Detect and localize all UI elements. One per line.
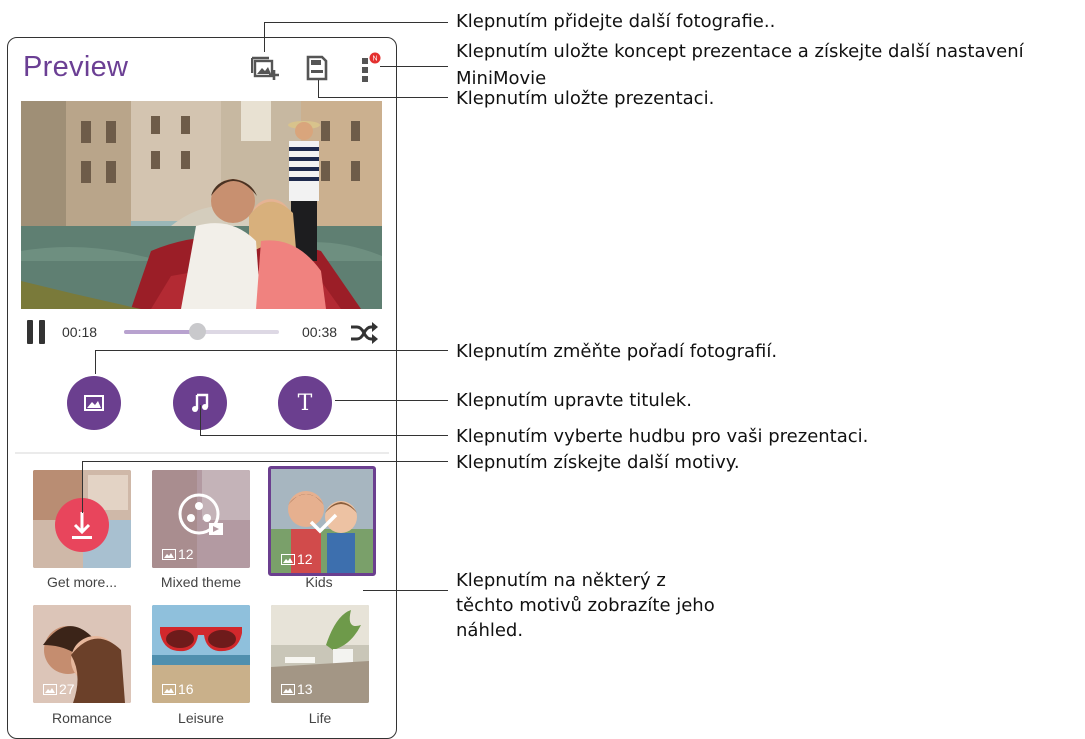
- callout-choose-music: Klepnutím vyberte hudbu pro vaši prezent…: [456, 426, 869, 447]
- leader-line: [318, 97, 448, 99]
- caption-button[interactable]: T: [278, 376, 332, 430]
- leader-line: [363, 590, 448, 592]
- save-icon[interactable]: [306, 55, 328, 81]
- callout-save-draft: Klepnutím uložte koncept prezentace a zí…: [456, 41, 1024, 62]
- callout-edit-caption: Klepnutím upravte titulek.: [456, 390, 692, 411]
- image-icon: [281, 553, 295, 565]
- leader-line: [380, 66, 448, 68]
- photo-count: 27: [43, 681, 75, 697]
- slideshow-photo: [21, 101, 382, 309]
- theme-label: Leisure: [178, 710, 224, 726]
- reorder-photos-button[interactable]: [67, 376, 121, 430]
- phone-screen: Preview N 00:18 00:38 T Get more... 12 M…: [7, 37, 397, 739]
- theme-romance[interactable]: 27: [33, 605, 131, 703]
- seek-thumb[interactable]: [188, 323, 206, 340]
- leader-line: [264, 22, 448, 24]
- callout-reorder: Klepnutím změňte pořadí fotografií.: [456, 341, 778, 362]
- photo-count: 16: [162, 681, 194, 697]
- image-icon: [43, 683, 57, 695]
- photo-count: 12: [162, 546, 194, 562]
- theme-kids[interactable]: 12: [268, 466, 376, 576]
- theme-label: Get more...: [46, 574, 118, 590]
- theme-leisure[interactable]: 16: [152, 605, 250, 703]
- add-photo-icon[interactable]: [251, 55, 281, 81]
- theme-label: Kids: [305, 574, 333, 590]
- leader-line: [264, 22, 266, 52]
- photo-count: 12: [281, 551, 313, 567]
- more-icon[interactable]: N: [360, 52, 382, 82]
- photo-count: 13: [281, 681, 313, 697]
- callout-more-themes: Klepnutím získejte další motivy.: [456, 452, 740, 473]
- image-icon: [162, 683, 176, 695]
- image-icon: [281, 683, 295, 695]
- leader-line: [200, 435, 448, 437]
- leader-line: [95, 350, 97, 374]
- notification-badge: N: [372, 56, 377, 63]
- callout-add-photos: Klepnutím přidejte další fotografie..: [456, 11, 776, 32]
- theme-label: Life: [308, 710, 332, 726]
- shuffle-icon[interactable]: [350, 322, 378, 344]
- text-icon: T: [297, 390, 313, 416]
- leader-line: [95, 350, 448, 352]
- leader-line: [318, 80, 320, 97]
- theme-life[interactable]: 13: [271, 605, 369, 703]
- theme-label: Mixed theme: [160, 574, 242, 590]
- leader-line: [200, 405, 202, 435]
- leader-line: [335, 400, 448, 402]
- pause-icon[interactable]: [27, 320, 47, 344]
- callout-theme-preview: Klepnutím na některý z těchto motivů zob…: [456, 570, 715, 641]
- total-time: 00:38: [302, 324, 338, 340]
- seek-progress: [124, 330, 197, 334]
- theme-label: Romance: [52, 710, 112, 726]
- annotated-screenshot: Preview N 00:18 00:38 T Get more... 12 M…: [0, 0, 1085, 739]
- leader-line: [82, 461, 448, 463]
- callout-save-presentation: Klepnutím uložte prezentaci.: [456, 88, 715, 109]
- divider: [15, 452, 389, 454]
- image-icon: [162, 548, 176, 560]
- theme-mixed[interactable]: 12: [152, 470, 250, 568]
- image-icon: [84, 395, 104, 411]
- leader-line: [82, 461, 84, 513]
- page-title: Preview: [23, 51, 129, 83]
- elapsed-time: 00:18: [62, 324, 98, 340]
- seek-bar[interactable]: [124, 323, 279, 340]
